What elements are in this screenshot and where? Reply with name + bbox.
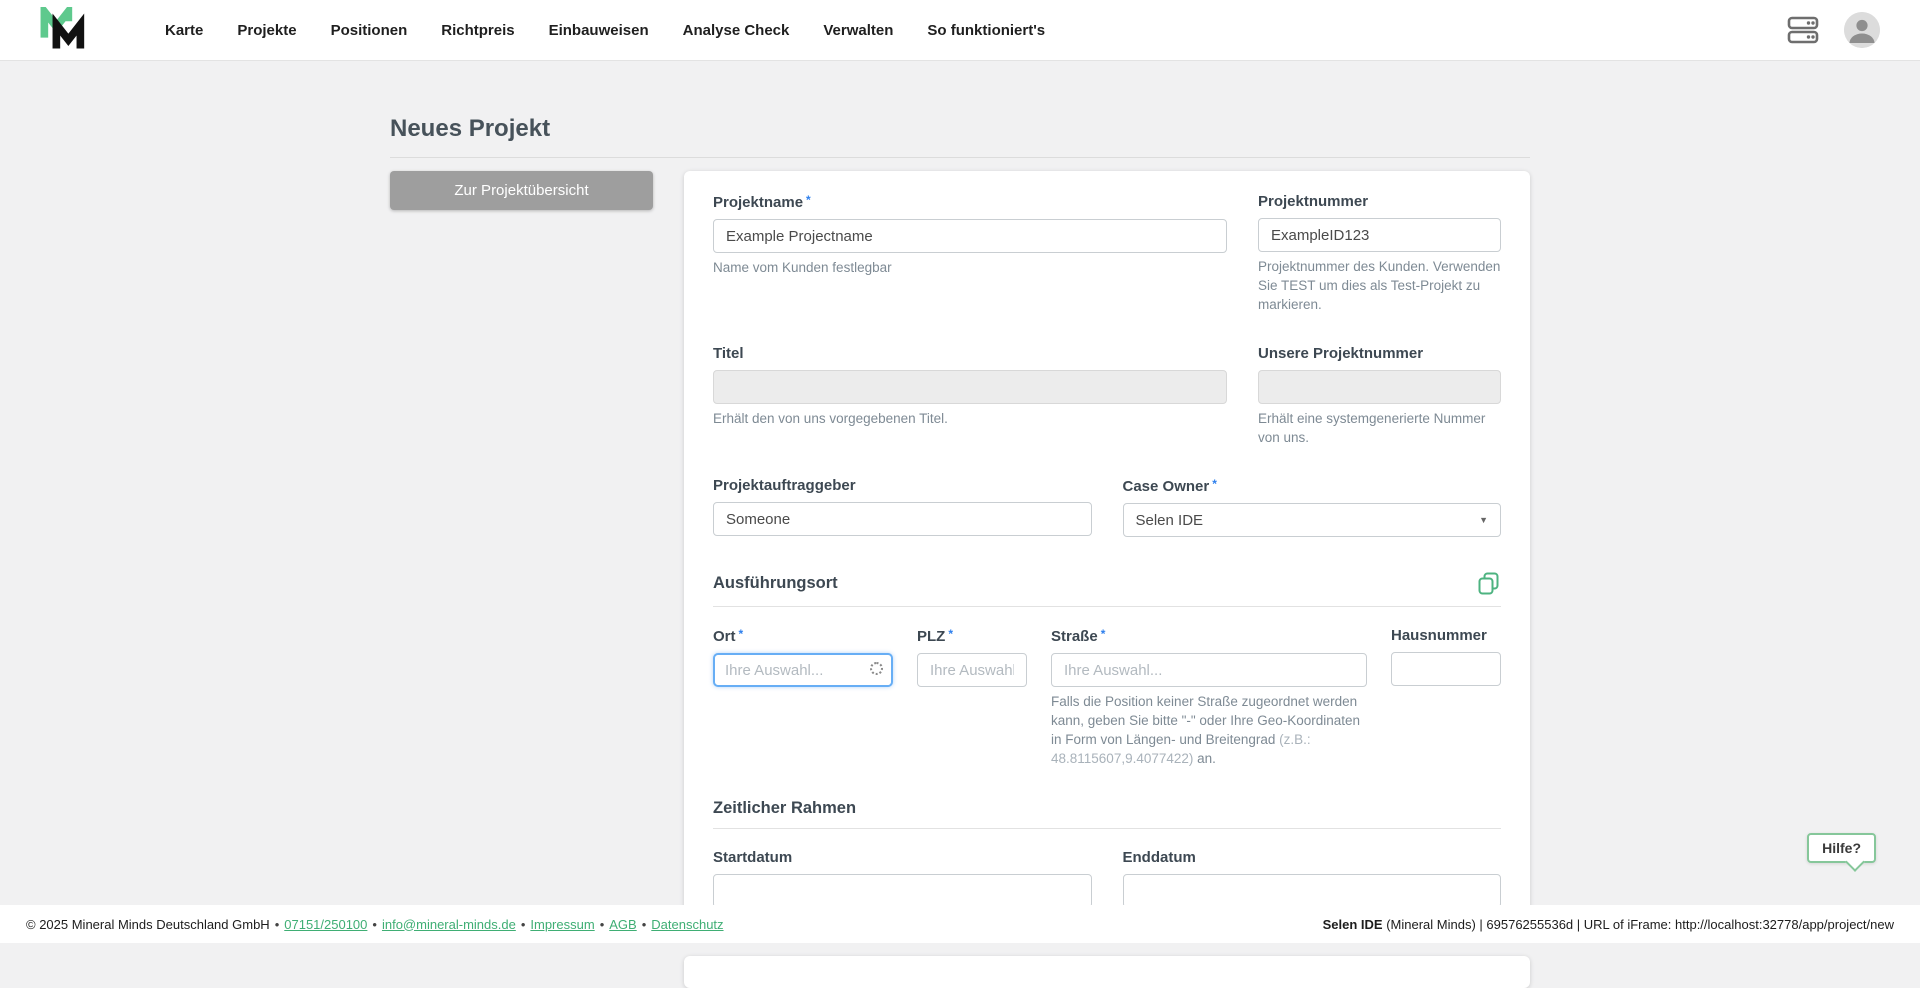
enddatum-input[interactable] [1123,874,1502,908]
field-startdatum: Startdatum [713,849,1092,908]
help-button[interactable]: Hilfe? [1807,833,1876,863]
strasse-label: Straße* [1051,627,1367,645]
plz-input[interactable] [917,653,1027,687]
app-logo[interactable] [40,6,90,54]
field-hausnummer: Hausnummer [1391,627,1501,769]
plz-label-text: PLZ [917,628,945,645]
separator-dot: • [372,917,377,932]
nav-item-verwalten[interactable]: Verwalten [806,22,910,39]
footer-left: © 2025 Mineral Minds Deutschland GmbH • … [26,917,724,932]
back-to-project-overview-button[interactable]: Zur Projektübersicht [390,171,653,210]
nav-item-karte[interactable]: Karte [148,22,220,39]
nav-item-analyse-check[interactable]: Analyse Check [666,22,807,39]
required-asterisk: * [1101,627,1106,641]
session-details: (Mineral Minds) | 69576255536d | URL of … [1383,917,1894,932]
nav-item-so-funktionierts[interactable]: So funktioniert's [910,22,1062,39]
footer: © 2025 Mineral Minds Deutschland GmbH • … [0,905,1920,943]
strasse-input[interactable] [1051,653,1367,687]
required-asterisk: * [739,627,744,641]
nav-item-positionen[interactable]: Positionen [314,22,425,39]
field-ort: Ort* [713,627,893,769]
nav-item-einbauweisen[interactable]: Einbauweisen [532,22,666,39]
separator-dot: • [642,917,647,932]
field-projektnummer: Projektnummer Projektnummer des Kunden. … [1258,193,1501,315]
unsere-projektnummer-input [1258,370,1501,404]
projektnummer-label: Projektnummer [1258,193,1501,210]
strasse-helper-main: Falls die Position keiner Straße zugeord… [1051,694,1360,747]
main-menu: Karte Projekte Positionen Richtpreis Ein… [148,22,1062,39]
projektnummer-helper: Projektnummer des Kunden. Verwenden Sie … [1258,258,1501,315]
plz-label: PLZ* [917,627,1027,645]
unsere-projektnummer-helper: Erhält eine systemgenerierte Nummer von … [1258,410,1501,448]
projektname-input[interactable] [713,219,1227,253]
section-heading-ausfuehrungsort: Ausführungsort [713,574,838,593]
footer-link-phone[interactable]: 07151/250100 [284,917,367,932]
case-owner-label-text: Case Owner [1123,478,1210,495]
mineral-minds-logo-icon [40,7,88,53]
strasse-helper: Falls die Position keiner Straße zugeord… [1051,693,1367,769]
page-title: Neues Projekt [390,115,1530,143]
required-asterisk: * [806,193,811,207]
hausnummer-label: Hausnummer [1391,627,1501,644]
projektauftraggeber-input[interactable] [713,502,1092,536]
titel-label: Titel [713,345,1227,362]
titel-input [713,370,1227,404]
separator-dot: • [275,917,280,932]
separator-dot: • [521,917,526,932]
required-asterisk: * [1212,477,1217,491]
projektauftraggeber-label: Projektauftraggeber [713,477,1092,494]
nav-item-richtpreis[interactable]: Richtpreis [424,22,531,39]
required-asterisk: * [948,627,953,641]
separator-dot: • [600,917,605,932]
ort-label-text: Ort [713,628,736,645]
section-heading-zeitlicher-rahmen: Zeitlicher Rahmen [713,799,856,818]
startdatum-input[interactable] [713,874,1092,908]
session-user: Selen IDE [1323,917,1383,932]
field-projektname: Projektname* Name vom Kunden festlegbar [713,193,1227,315]
ort-label: Ort* [713,627,893,645]
navbar-right [1786,12,1880,48]
unsere-projektnummer-label: Unsere Projektnummer [1258,345,1501,362]
field-projektauftraggeber: Projektauftraggeber [713,477,1092,537]
field-enddatum: Enddatum [1123,849,1502,908]
main-content: Neues Projekt Zur Projektübersicht Proje… [390,61,1530,988]
projektname-helper: Name vom Kunden festlegbar [713,259,1227,278]
enddatum-label: Enddatum [1123,849,1502,866]
case-owner-select[interactable]: Selen IDE ▼ [1123,503,1502,537]
new-project-form-card: Projektname* Name vom Kunden festlegbar … [684,171,1530,934]
projektnummer-input[interactable] [1258,218,1501,252]
footer-link-email[interactable]: info@mineral-minds.de [382,917,516,932]
next-section-card-peek [684,956,1530,988]
user-avatar-icon[interactable] [1844,12,1880,48]
startdatum-label: Startdatum [713,849,1092,866]
section-divider [713,606,1501,607]
field-titel: Titel Erhält den von uns vorgegebenen Ti… [713,345,1227,448]
field-plz: PLZ* [917,627,1027,769]
footer-link-impressum[interactable]: Impressum [530,917,594,932]
footer-link-agb[interactable]: AGB [609,917,636,932]
copyright-text: © 2025 Mineral Minds Deutschland GmbH [26,917,270,932]
ort-input-wrapper [713,653,893,687]
projektname-label-text: Projektname [713,194,803,211]
case-owner-selected-value: Selen IDE [1136,512,1204,529]
copy-icon[interactable] [1476,571,1501,596]
hausnummer-input[interactable] [1391,652,1501,686]
case-owner-label: Case Owner* [1123,477,1502,495]
footer-link-datenschutz[interactable]: Datenschutz [651,917,723,932]
titel-helper: Erhält den von uns vorgegebenen Titel. [713,410,1227,429]
field-unsere-projektnummer: Unsere Projektnummer Erhält eine systemg… [1258,345,1501,448]
strasse-helper-suffix: an. [1193,751,1216,766]
section-divider [713,828,1501,829]
strasse-label-text: Straße [1051,628,1098,645]
projektname-label: Projektname* [713,193,1227,211]
server-icon[interactable] [1786,15,1820,45]
field-case-owner: Case Owner* Selen IDE ▼ [1123,477,1502,537]
footer-session-info: Selen IDE (Mineral Minds) | 69576255536d… [1323,917,1894,932]
ort-input[interactable] [715,655,891,685]
chevron-down-icon: ▼ [1479,515,1488,525]
title-divider [390,157,1530,158]
top-navbar: Karte Projekte Positionen Richtpreis Ein… [0,0,1920,61]
field-strasse: Straße* Falls die Position keiner Straße… [1051,627,1367,769]
nav-item-projekte[interactable]: Projekte [220,22,313,39]
